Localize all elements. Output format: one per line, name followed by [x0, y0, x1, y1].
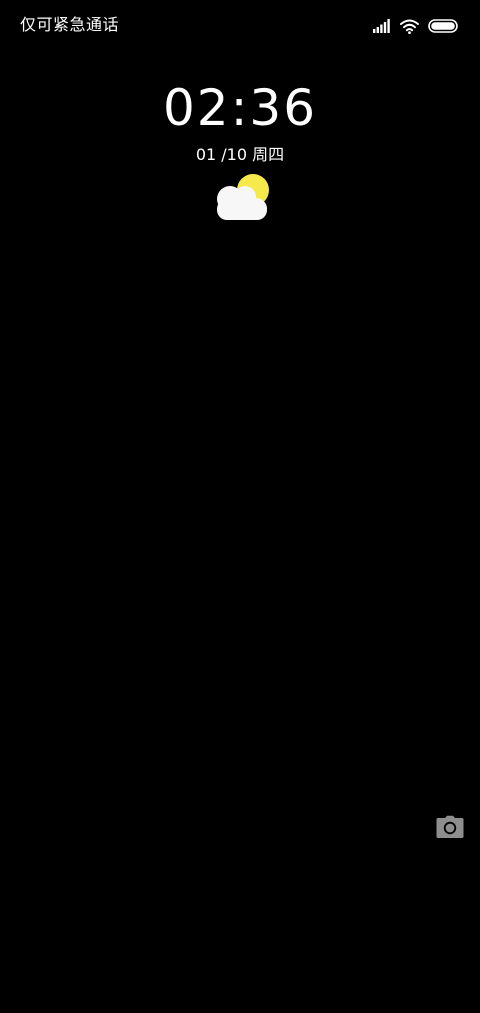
lock-screen: 仅可紧急通话 02:36 01 /10 周四: [0, 0, 480, 1013]
status-icons: [373, 17, 458, 35]
status-bar: 仅可紧急通话: [0, 0, 480, 52]
wifi-icon: [400, 19, 419, 34]
carrier-status-text: 仅可紧急通话: [20, 15, 120, 34]
lock-date: 01 /10 周四: [195, 145, 285, 164]
camera-icon[interactable]: [436, 815, 464, 839]
lock-clock: 02:36: [162, 79, 318, 137]
battery-icon: [428, 19, 458, 33]
signal-icon: [373, 19, 390, 33]
partly-cloudy-icon: [217, 174, 269, 220]
